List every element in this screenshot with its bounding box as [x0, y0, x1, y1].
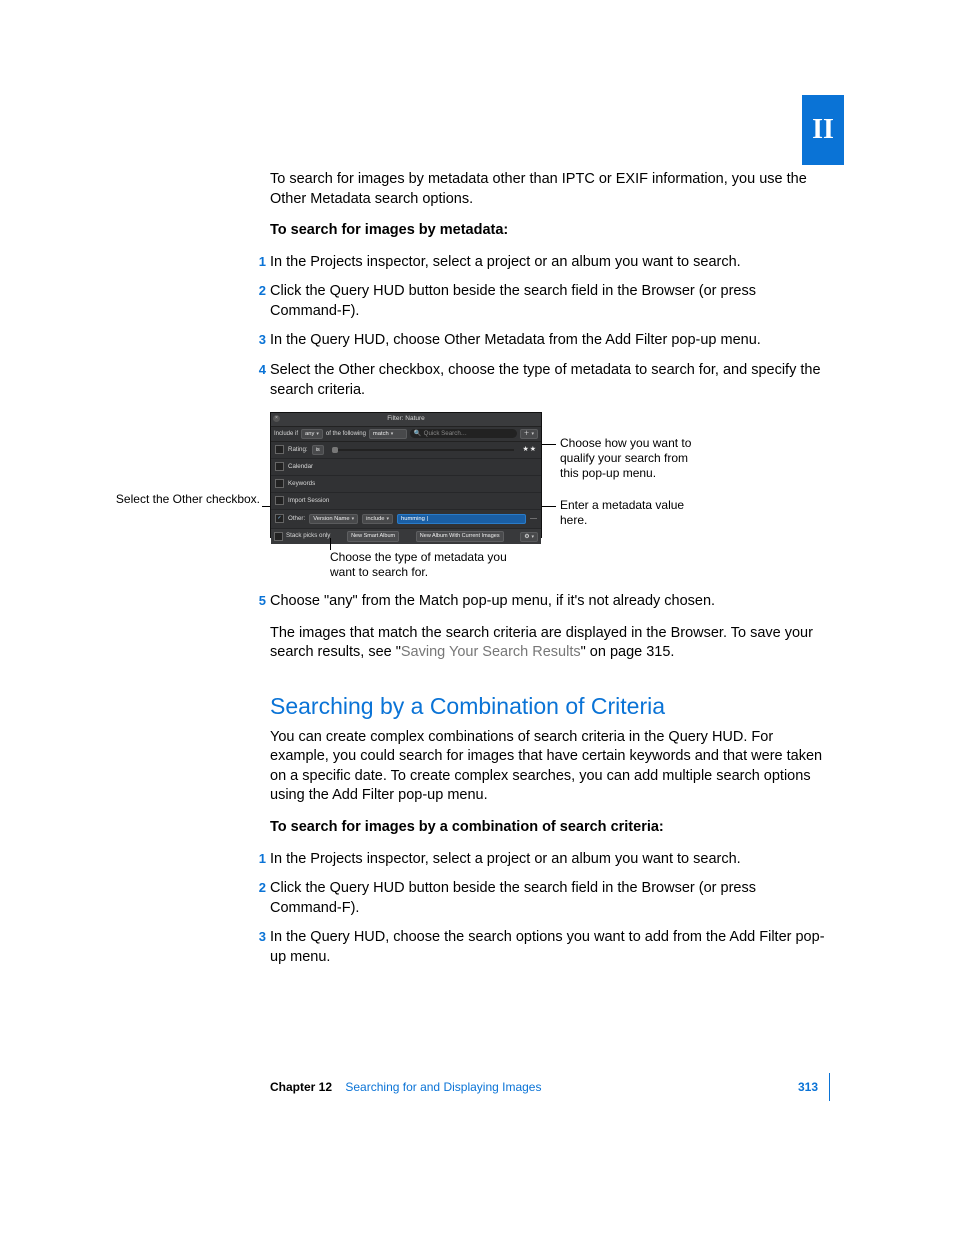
other-row: ✓ Other: Version Name▾ include▾ humming|… — [271, 510, 541, 529]
chevron-down-icon: ▾ — [531, 533, 534, 541]
add-filter-button[interactable]: ＋▾ — [520, 429, 538, 439]
of-following-label: of the following — [326, 430, 366, 438]
main-content: To search for images by metadata other t… — [270, 170, 830, 979]
chevron-down-icon: ▾ — [316, 430, 319, 438]
step-text: Click the Query HUD button beside the se… — [270, 880, 756, 916]
callout-metadata-type: Choose the type of metadata you want to … — [330, 550, 510, 580]
import-session-row[interactable]: Import Session — [271, 493, 541, 510]
chapter-number: Chapter 12 — [270, 1080, 332, 1094]
chevron-down-icon: ▾ — [531, 430, 534, 438]
gear-icon: ⚙ — [524, 533, 529, 541]
rating-checkbox[interactable] — [275, 445, 284, 454]
stack-picks-checkbox[interactable] — [274, 532, 283, 541]
query-hud-panel: × Filter: Nature Include if any▾ of the … — [270, 412, 542, 538]
rating-label: Rating: — [288, 446, 308, 454]
figure-query-hud: Select the Other checkbox. × Filter: Nat… — [270, 412, 830, 582]
callout-enter-value: Enter a metadata value here. — [560, 498, 700, 528]
gear-menu[interactable]: ⚙▾ — [520, 532, 538, 542]
keywords-label: Keywords — [288, 480, 315, 488]
procedure-a-steps: 1In the Projects inspector, select a pro… — [270, 253, 830, 400]
step-text: Click the Query HUD button beside the se… — [270, 283, 756, 319]
hud-title: Filter: Nature — [387, 415, 425, 422]
match-popup[interactable]: match▾ — [369, 429, 407, 439]
chevron-down-icon: ▾ — [387, 515, 390, 523]
hud-footer: Stack picks only New Smart Album New Alb… — [271, 529, 541, 544]
chapter-title: Searching for and Displaying Images — [345, 1080, 541, 1094]
rating-is-popup[interactable]: is — [312, 445, 324, 455]
procedure-b-steps: 1In the Projects inspector, select a pro… — [270, 850, 830, 968]
rating-row: Rating: is ★★ — [271, 442, 541, 459]
keywords-row[interactable]: Keywords — [271, 476, 541, 493]
step-text: In the Projects inspector, select a proj… — [270, 851, 741, 867]
section-tab: II — [802, 95, 844, 165]
search-icon: 🔍 — [414, 430, 422, 438]
step-text: In the Query HUD, choose the search opti… — [270, 929, 825, 965]
any-popup[interactable]: any▾ — [301, 429, 323, 439]
procedure-a-title: To search for images by metadata: — [270, 221, 830, 241]
hud-title-bar: × Filter: Nature — [271, 413, 541, 427]
rating-slider[interactable] — [332, 449, 515, 451]
stack-picks-label: Stack picks only — [286, 532, 330, 540]
calendar-checkbox[interactable] — [275, 462, 284, 471]
import-session-checkbox[interactable] — [275, 496, 284, 505]
calendar-label: Calendar — [288, 463, 313, 471]
callout-qualify-popup: Choose how you want to qualify your sear… — [560, 436, 700, 481]
keywords-checkbox[interactable] — [275, 479, 284, 488]
step-text: Choose "any" from the Match pop-up menu,… — [270, 593, 715, 609]
other-label: Other: — [288, 515, 305, 523]
hud-toolbar: Include if any▾ of the following match▾ … — [271, 427, 541, 442]
rating-stars: ★★ — [522, 445, 537, 454]
page-footer: Chapter 12 Searching for and Displaying … — [270, 1079, 830, 1095]
quick-search-field[interactable]: 🔍Quick Search… — [410, 429, 517, 438]
step-text: In the Query HUD, choose Other Metadata … — [270, 332, 761, 348]
procedure-a-step5: 5Choose "any" from the Match pop-up menu… — [270, 592, 830, 612]
close-icon[interactable]: × — [273, 415, 280, 422]
callout-select-other-checkbox: Select the Other checkbox. — [110, 492, 260, 507]
qualifier-popup[interactable]: include▾ — [362, 514, 393, 524]
xref-saving-results[interactable]: Saving Your Search Results — [401, 644, 581, 660]
new-album-current-button[interactable]: New Album With Current Images — [416, 531, 504, 542]
results-paragraph: The images that match the search criteri… — [270, 624, 830, 663]
remove-icon[interactable]: — — [530, 514, 537, 523]
intro-paragraph: To search for images by metadata other t… — [270, 170, 830, 209]
metadata-type-popup[interactable]: Version Name▾ — [309, 514, 358, 524]
step-text: Select the Other checkbox, choose the ty… — [270, 362, 821, 398]
procedure-b-title: To search for images by a combination of… — [270, 818, 830, 838]
metadata-value-input[interactable]: humming| — [397, 514, 526, 524]
new-smart-album-button[interactable]: New Smart Album — [347, 531, 399, 542]
heading-combination-criteria: Searching by a Combination of Criteria — [270, 691, 830, 722]
other-checkbox[interactable]: ✓ — [275, 514, 284, 523]
combination-intro: You can create complex combinations of s… — [270, 728, 830, 806]
import-session-label: Import Session — [288, 497, 329, 505]
include-if-label: Include if — [274, 430, 298, 438]
chevron-down-icon: ▾ — [352, 515, 355, 523]
step-text: In the Projects inspector, select a proj… — [270, 254, 741, 270]
page-number: 313 — [798, 1080, 818, 1094]
calendar-row[interactable]: Calendar — [271, 459, 541, 476]
chevron-down-icon: ▾ — [391, 430, 394, 438]
